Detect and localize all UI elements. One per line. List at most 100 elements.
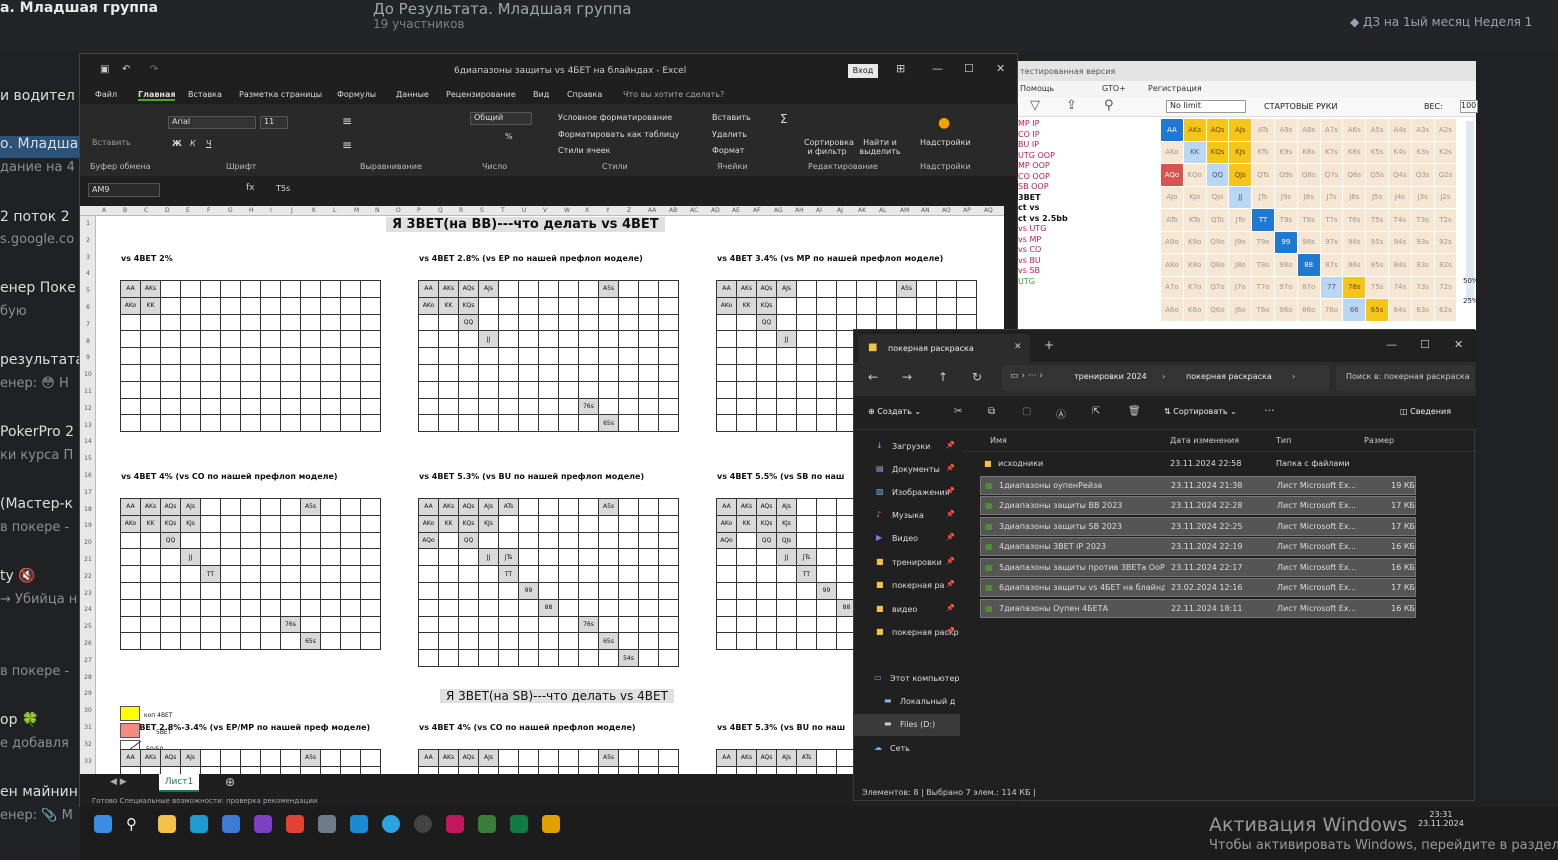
range-cell[interactable]: [618, 514, 639, 533]
hand-cell[interactable]: Q6o: [1206, 299, 1229, 321]
range-cell[interactable]: [438, 363, 459, 382]
range-cell[interactable]: [558, 414, 579, 433]
range-cell[interactable]: AQs: [756, 498, 777, 516]
hand-cell[interactable]: Q5s: [1366, 164, 1388, 186]
column-header[interactable]: AA: [648, 207, 656, 214]
range-cell[interactable]: [180, 414, 201, 433]
range-cell[interactable]: AKs: [736, 280, 757, 298]
range-cell[interactable]: [836, 296, 857, 315]
range-cell[interactable]: AKs: [438, 280, 459, 298]
range-cell[interactable]: [418, 598, 439, 617]
tab-home[interactable]: Главная: [138, 90, 176, 101]
range-cell[interactable]: [240, 615, 261, 634]
hand-cell[interactable]: Q9o: [1206, 231, 1229, 253]
range-cell[interactable]: AKo: [716, 296, 737, 315]
range-cell[interactable]: [558, 749, 579, 767]
delete-cells-button[interactable]: Удалить: [712, 130, 747, 139]
range-list-item[interactable]: vs MP: [1018, 235, 1148, 246]
autosum-icon[interactable]: Σ: [780, 112, 788, 126]
align-top-icon[interactable]: ≡: [342, 114, 352, 128]
sheet-tab[interactable]: Лист1: [159, 774, 199, 792]
range-cell[interactable]: AQs: [756, 749, 777, 767]
column-header[interactable]: T: [501, 207, 505, 214]
range-cell[interactable]: [280, 632, 301, 651]
range-cell[interactable]: [558, 632, 579, 651]
range-cell[interactable]: [538, 514, 559, 533]
range-cell[interactable]: [638, 498, 659, 516]
range-cell[interactable]: [418, 548, 439, 567]
column-header[interactable]: C: [144, 207, 148, 214]
range-cell[interactable]: [340, 598, 361, 617]
range-cell[interactable]: [518, 598, 539, 617]
range-cell[interactable]: [260, 632, 281, 651]
row-header[interactable]: 4: [80, 270, 96, 277]
range-cell[interactable]: [418, 581, 439, 600]
range-cell[interactable]: [658, 531, 679, 550]
range-cell[interactable]: AJs: [776, 749, 797, 767]
range-cell[interactable]: [796, 280, 817, 298]
hand-cell[interactable]: T3s: [1411, 209, 1434, 231]
range-cell[interactable]: [300, 581, 321, 600]
maximize-icon[interactable]: ☐: [1420, 338, 1430, 351]
range-cell[interactable]: [140, 313, 161, 332]
pin-icon[interactable]: 📌: [946, 604, 955, 612]
hand-cell[interactable]: AA: [1161, 119, 1183, 141]
range-cell[interactable]: [618, 632, 639, 651]
tab-file[interactable]: Файл: [95, 90, 117, 99]
range-cell[interactable]: [816, 548, 837, 567]
row-header[interactable]: 5: [80, 287, 96, 294]
range-cell[interactable]: [756, 363, 777, 382]
range-list-item[interactable]: CO IP: [1018, 130, 1148, 141]
column-header[interactable]: AN: [921, 207, 930, 214]
range-cell[interactable]: [658, 280, 679, 298]
range-cell[interactable]: [360, 330, 381, 349]
undo-icon[interactable]: ↶: [122, 64, 130, 75]
range-cell[interactable]: AQs: [160, 498, 181, 516]
column-header[interactable]: AB: [669, 207, 677, 214]
range-cell[interactable]: [320, 280, 341, 298]
format-cells-button[interactable]: Формат: [712, 146, 744, 155]
range-cell[interactable]: [538, 414, 559, 433]
range-cell[interactable]: [300, 531, 321, 550]
range-cell[interactable]: [796, 414, 817, 433]
range-cell[interactable]: [360, 565, 381, 583]
hand-cell[interactable]: AKo: [1161, 141, 1183, 163]
range-cell[interactable]: [558, 397, 579, 416]
range-cell[interactable]: [638, 548, 659, 567]
range-cell[interactable]: [518, 548, 539, 567]
hand-cell[interactable]: K8s: [1297, 141, 1320, 163]
range-cell[interactable]: QQ: [160, 531, 181, 550]
range-cell[interactable]: [220, 330, 241, 349]
range-cell[interactable]: [658, 313, 679, 332]
sidebar-item[interactable]: ▭ Этот компьютер: [854, 668, 960, 690]
range-cell[interactable]: [598, 531, 619, 550]
range-cell[interactable]: [320, 347, 341, 365]
hand-cell[interactable]: 74s: [1388, 276, 1411, 298]
hand-cell[interactable]: QQ: [1206, 164, 1229, 186]
range-cell[interactable]: [240, 765, 261, 774]
search-icon[interactable]: ⚲: [1104, 98, 1114, 113]
range-cell[interactable]: A5s: [598, 280, 619, 298]
range-cell[interactable]: [816, 531, 837, 550]
sidebar-item[interactable]: ▬ Локальный д: [854, 691, 960, 713]
range-cell[interactable]: [538, 749, 559, 767]
range-cell[interactable]: [280, 765, 301, 774]
hand-cell[interactable]: JTs: [1252, 186, 1274, 208]
range-cell[interactable]: KQs: [458, 514, 479, 533]
range-cell[interactable]: [360, 749, 381, 767]
range-cell[interactable]: [120, 632, 141, 651]
range-cell[interactable]: [478, 380, 499, 399]
range-cell[interactable]: [280, 581, 301, 600]
range-cell[interactable]: [478, 397, 499, 416]
range-cell[interactable]: [518, 615, 539, 634]
range-cell[interactable]: [320, 414, 341, 433]
range-cell[interactable]: [418, 632, 439, 651]
range-cell[interactable]: QQ: [756, 313, 777, 332]
range-cell[interactable]: [220, 749, 241, 767]
hand-cell[interactable]: Q3s: [1411, 164, 1434, 186]
range-cell[interactable]: [260, 397, 281, 416]
italic-button[interactable]: К: [190, 139, 196, 148]
chat-item[interactable]: ty 🔇: [0, 568, 80, 584]
column-header[interactable]: U: [522, 207, 526, 214]
range-cell[interactable]: [320, 581, 341, 600]
